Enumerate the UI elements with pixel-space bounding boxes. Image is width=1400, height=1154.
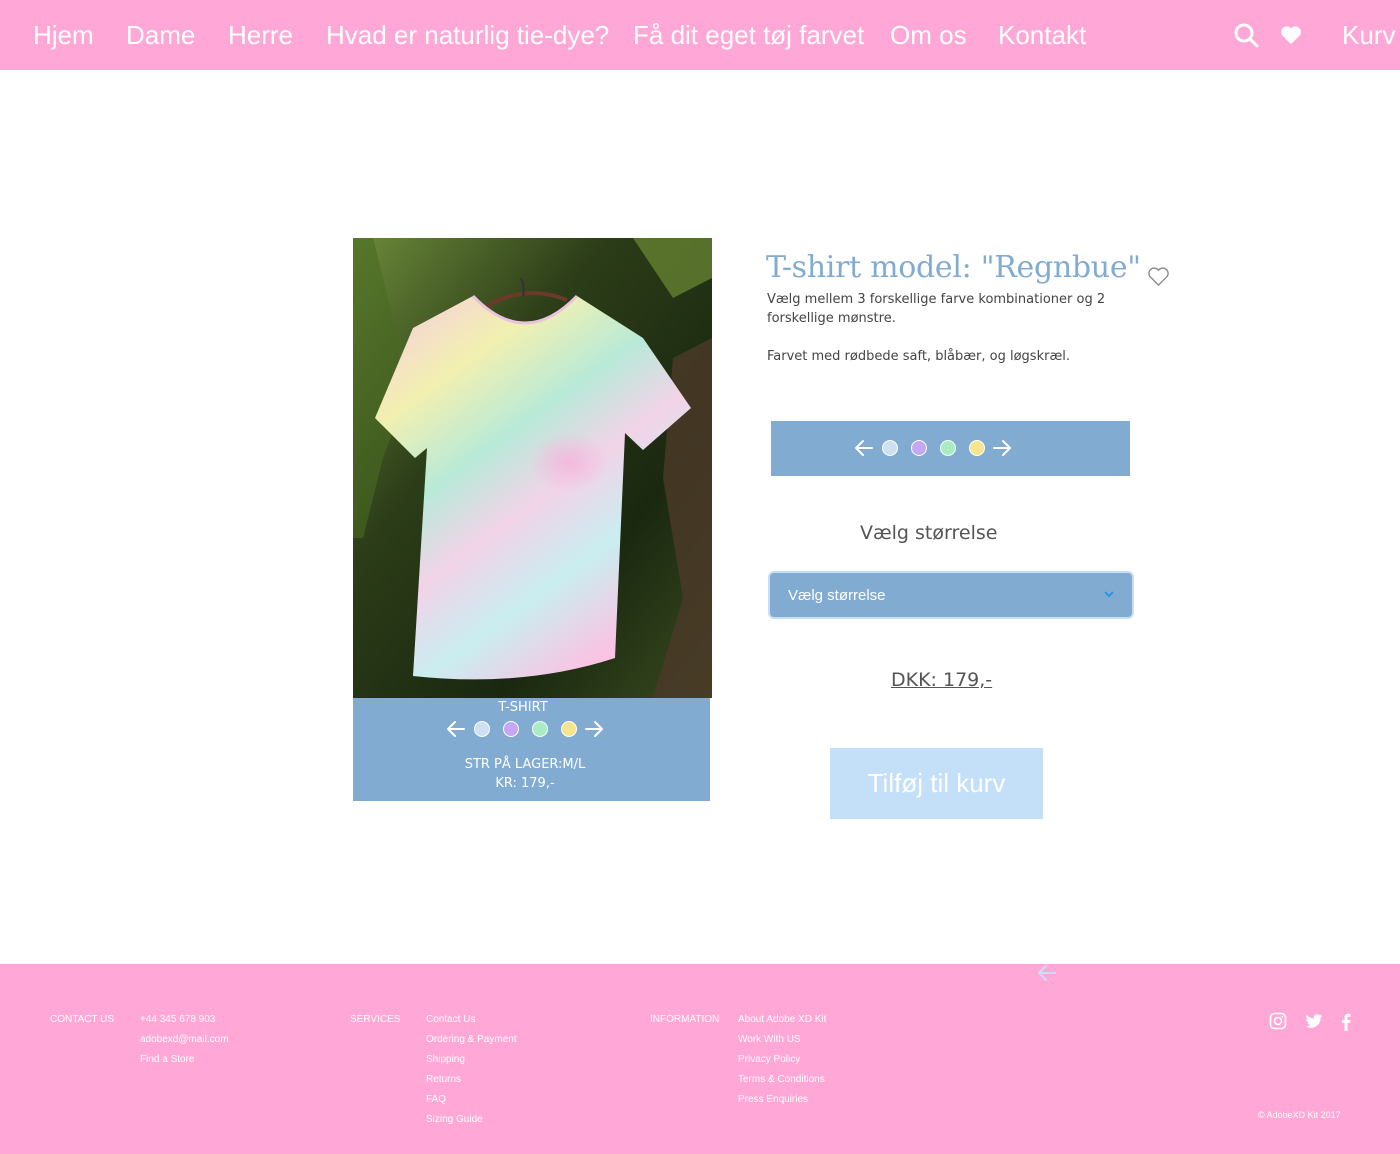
top-navigation: Hjem Dame Herre Hvad er naturlig tie-dye… <box>0 0 1400 70</box>
twitter-icon[interactable] <box>1305 1014 1323 1029</box>
color-swatch[interactable] <box>910 440 927 456</box>
color-swatch[interactable] <box>881 440 898 456</box>
footer-link-work[interactable]: Work With US <box>738 1034 801 1045</box>
nav-item-tie-dye[interactable]: Hvad er naturlig tie-dye? <box>326 18 609 52</box>
footer-email[interactable]: adobexd@mail.com <box>140 1034 229 1045</box>
color-swatch[interactable] <box>560 721 577 737</box>
product-photo <box>353 238 712 698</box>
tshirt-image <box>353 238 712 698</box>
footer-contact-heading: CONTACT US <box>50 1014 115 1025</box>
size-select-value: Vælg størrelse <box>788 587 886 604</box>
product-category: T-SHIRT <box>498 700 548 715</box>
add-to-cart-button[interactable]: Tilføj til kurv <box>830 748 1043 819</box>
color-swatch[interactable] <box>939 440 956 456</box>
arrow-right-icon[interactable] <box>583 718 605 740</box>
footer-link-ordering[interactable]: Ordering & Payment <box>426 1034 517 1045</box>
product-card: T-SHIRT STR PÅ LAGER:M/L KR: 179,- <box>353 238 712 801</box>
footer-link-returns[interactable]: Returns <box>426 1074 461 1085</box>
product-price: DKK: 179,- <box>891 669 993 691</box>
arrow-right-icon[interactable] <box>991 437 1013 459</box>
nav-cart-link[interactable]: Kurv <box>1342 18 1395 52</box>
footer-link-press[interactable]: Press Enquiries <box>738 1094 808 1105</box>
instagram-icon[interactable] <box>1269 1012 1287 1030</box>
size-select[interactable]: Vælg størrelse <box>768 571 1134 619</box>
color-swatch[interactable] <box>968 440 985 456</box>
footer-link-sizing[interactable]: Sizing Guide <box>426 1114 483 1125</box>
nav-item-herre[interactable]: Herre <box>228 18 293 52</box>
facebook-icon[interactable] <box>1341 1013 1351 1031</box>
footer-link-shipping[interactable]: Shipping <box>426 1054 465 1065</box>
color-swatch[interactable] <box>502 721 519 737</box>
footer-link-privacy[interactable]: Privacy Policy <box>738 1054 800 1065</box>
nav-item-contact[interactable]: Kontakt <box>998 18 1086 52</box>
card-color-selector <box>445 718 605 740</box>
search-icon[interactable] <box>1233 22 1259 48</box>
chevron-down-icon <box>1104 591 1114 598</box>
color-selector-box <box>771 421 1130 476</box>
color-swatch[interactable] <box>531 721 548 737</box>
nav-item-hjem[interactable]: Hjem <box>33 18 94 52</box>
footer-phone[interactable]: +44 345 678 903 <box>140 1014 215 1025</box>
favorite-heart-icon[interactable] <box>1147 266 1170 287</box>
color-swatch[interactable] <box>473 721 490 737</box>
product-dye-note: Farvet med rødbede saft, blåbær, og løgs… <box>767 349 1070 364</box>
footer-information-heading: INFORMATION <box>650 1014 720 1025</box>
size-label: Vælg størrelse <box>860 522 998 544</box>
product-card-price: KR: 179,- <box>495 776 555 791</box>
product-description: Vælg mellem 3 forskellige farve kombinat… <box>767 292 1106 326</box>
heart-icon[interactable] <box>1280 24 1302 46</box>
footer-find-store[interactable]: Find a Store <box>140 1054 194 1065</box>
footer-link-terms[interactable]: Terms & Conditions <box>738 1074 825 1085</box>
nav-item-get-dyed[interactable]: Få dit eget tøj farvet <box>633 18 864 52</box>
footer-copyright: © AdobeXD Kit 2017 <box>1258 1110 1341 1120</box>
footer-link-faq[interactable]: FAQ <box>426 1094 446 1105</box>
footer <box>0 964 1400 1154</box>
product-title: T-shirt model: "Regnbue" <box>766 250 1141 285</box>
nav-item-about[interactable]: Om os <box>890 18 967 52</box>
arrow-left-icon[interactable] <box>1036 962 1058 984</box>
footer-services-heading: SERVICES <box>350 1014 401 1025</box>
nav-item-dame[interactable]: Dame <box>126 18 195 52</box>
color-selector <box>853 437 1013 459</box>
product-stock: STR PÅ LAGER:M/L <box>464 757 586 772</box>
product-card-info: T-SHIRT STR PÅ LAGER:M/L KR: 179,- <box>353 698 710 801</box>
footer-link-about[interactable]: About Adobe XD Kit <box>738 1014 826 1025</box>
arrow-left-icon[interactable] <box>445 718 467 740</box>
footer-link-contact-us[interactable]: Contact Us <box>426 1014 475 1025</box>
arrow-left-icon[interactable] <box>853 437 875 459</box>
